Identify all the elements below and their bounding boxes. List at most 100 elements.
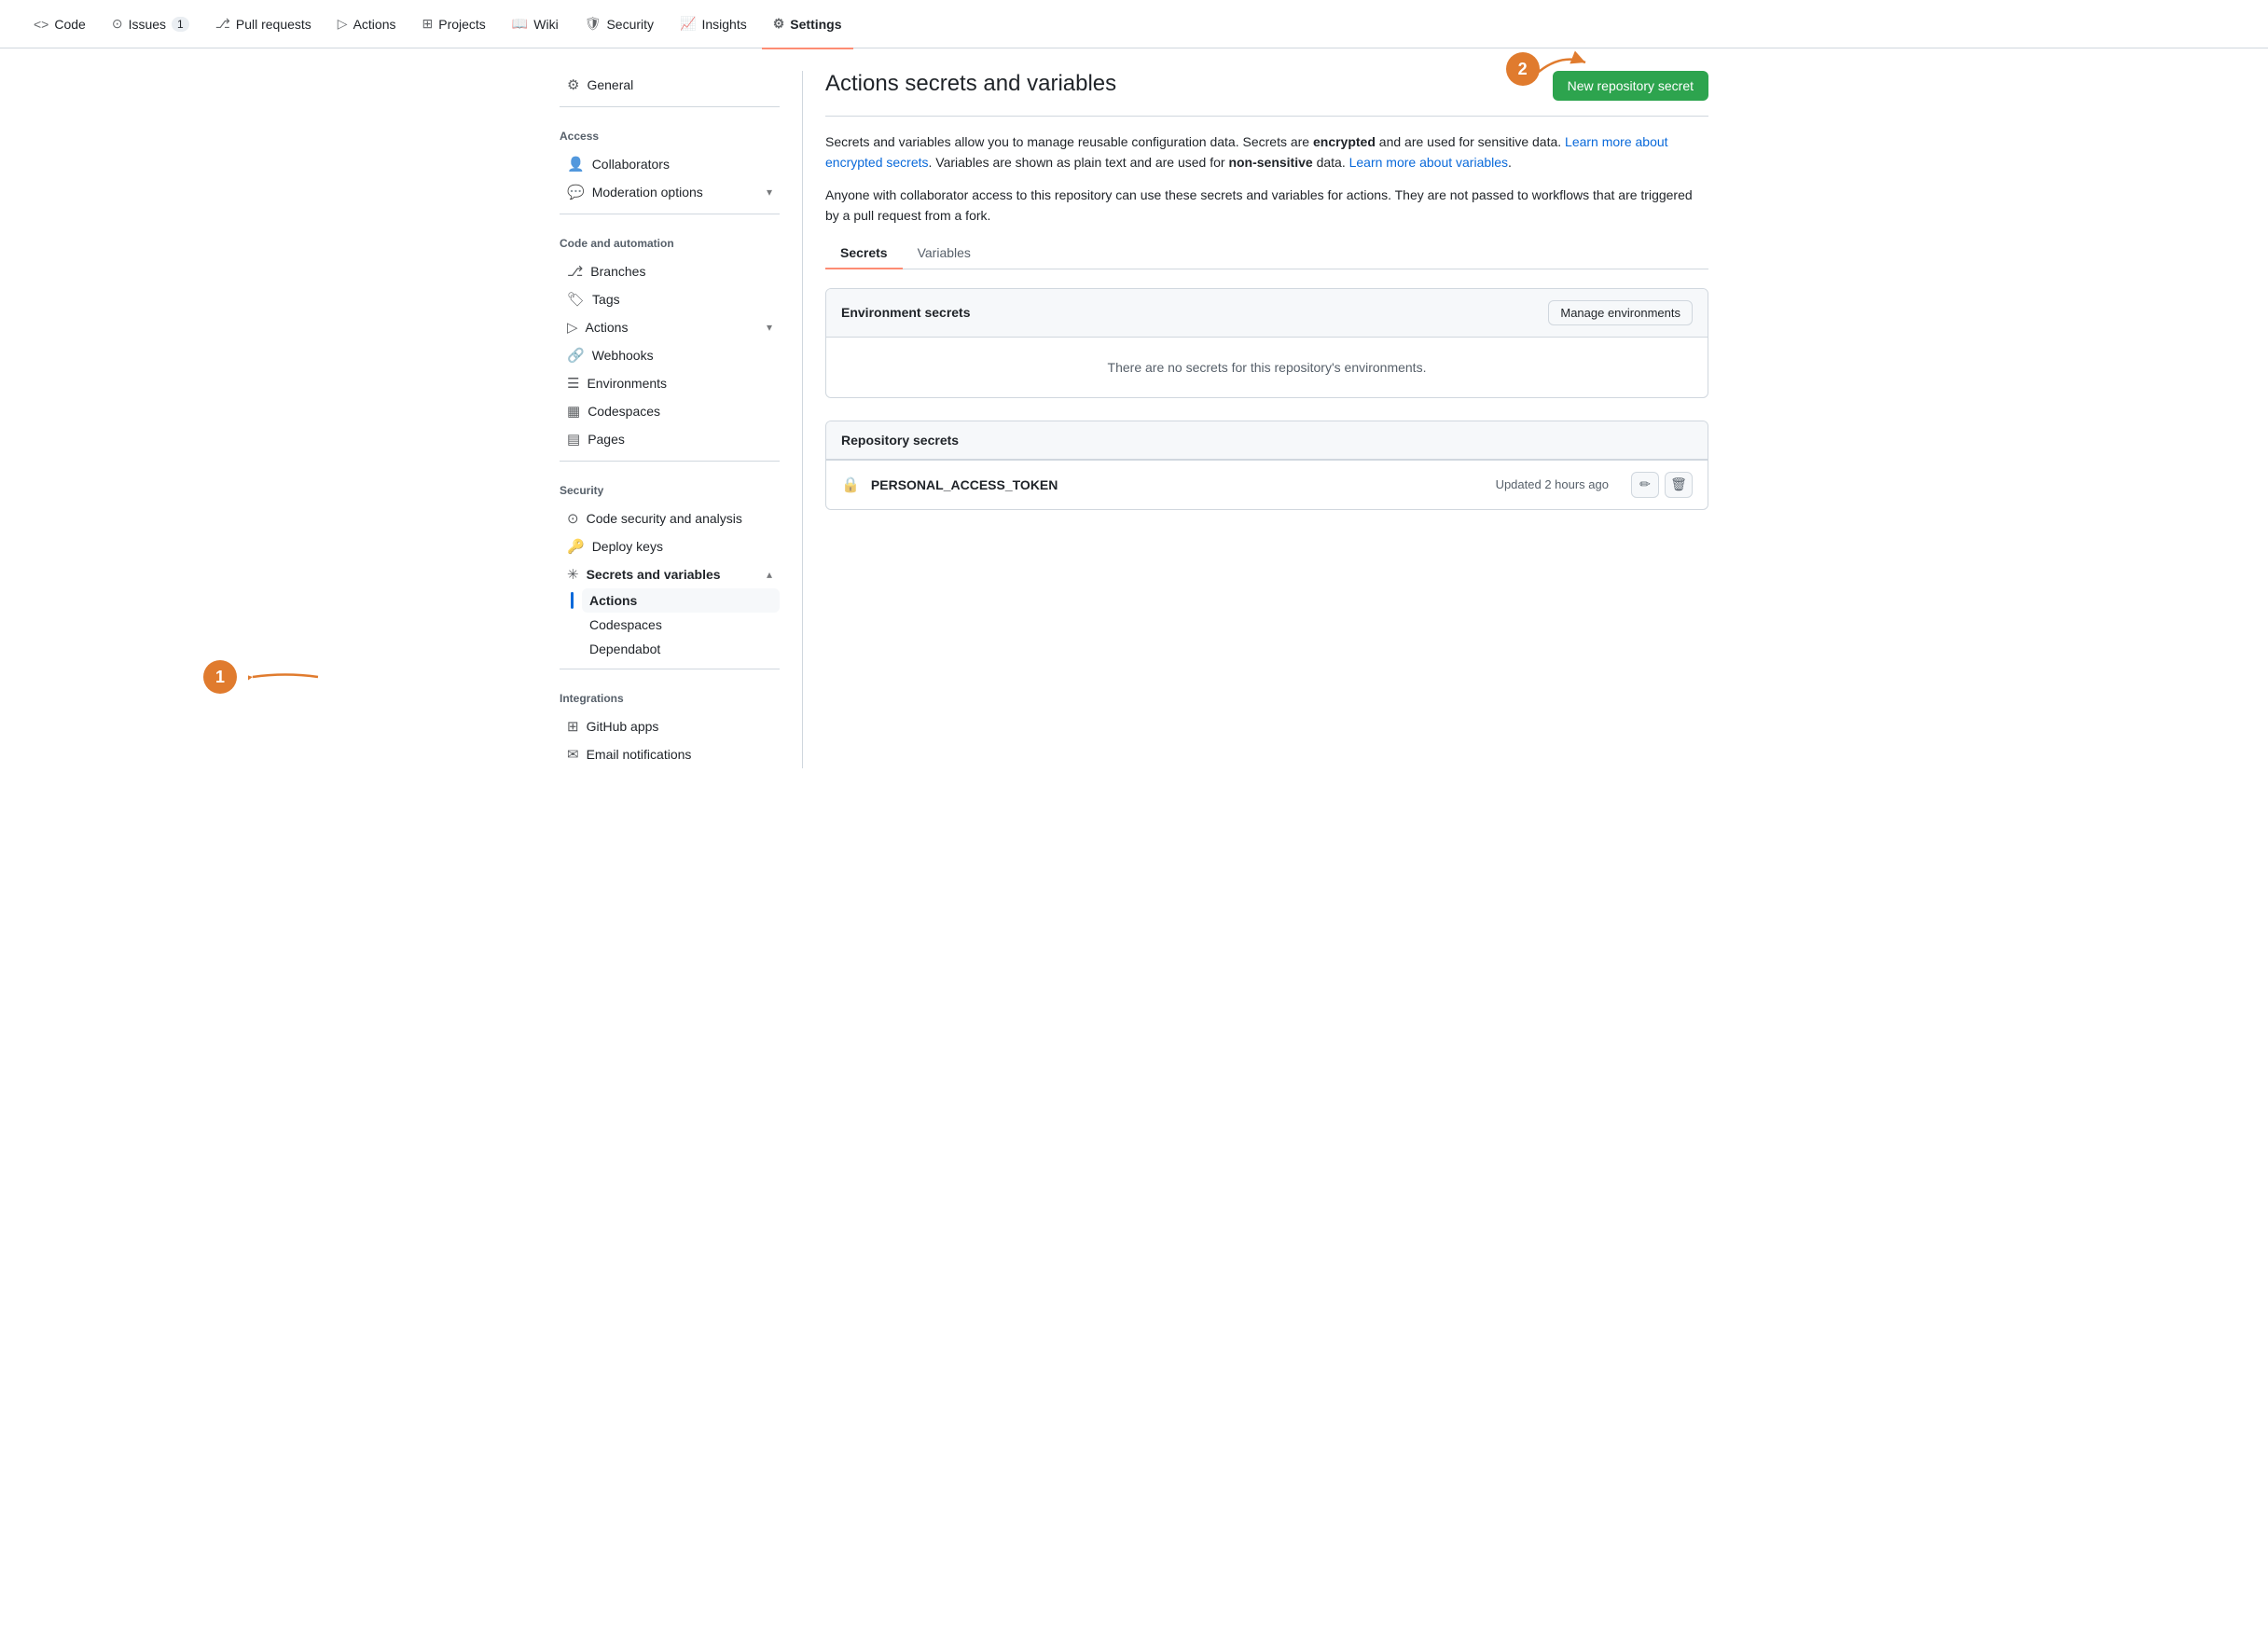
branches-icon: ⎇ bbox=[567, 263, 583, 280]
annotation-2-container: 2 bbox=[1506, 52, 1540, 86]
sidebar-secrets-dependabot-label: Dependabot bbox=[589, 642, 660, 656]
nav-settings-label: Settings bbox=[790, 17, 841, 32]
sidebar-environments-label: Environments bbox=[587, 376, 667, 391]
nav-wiki[interactable]: 📖 Wiki bbox=[501, 1, 570, 49]
sidebar-item-actions[interactable]: ▷ Actions ▾ bbox=[560, 313, 780, 341]
sidebar-item-secrets-codespaces[interactable]: Codespaces bbox=[582, 613, 780, 637]
secrets-sub-menu: Actions Codespaces Dependabot bbox=[582, 588, 780, 661]
sidebar-item-code-security[interactable]: ⊙ Code security and analysis bbox=[560, 504, 780, 532]
nav-settings[interactable]: ⚙ Settings bbox=[762, 1, 853, 49]
sidebar-item-collaborators[interactable]: 👤 Collaborators bbox=[560, 150, 780, 178]
sidebar-divider-1 bbox=[560, 106, 780, 107]
nav-pull-requests-label: Pull requests bbox=[236, 17, 311, 32]
code-icon: <> bbox=[34, 17, 48, 32]
sidebar-general-label: General bbox=[587, 77, 633, 92]
general-icon: ⚙ bbox=[567, 76, 579, 93]
annotation-1-container: 🔒 bbox=[841, 476, 860, 494]
actions-chevron-icon: ▾ bbox=[767, 321, 772, 334]
tabs: Secrets Variables bbox=[825, 238, 1708, 269]
sidebar-secrets-codespaces-label: Codespaces bbox=[589, 617, 662, 632]
github-apps-icon: ⊞ bbox=[567, 718, 579, 735]
sidebar-item-secrets-variables[interactable]: ✳ Secrets and variables ▴ bbox=[560, 560, 780, 588]
nav-wiki-label: Wiki bbox=[533, 17, 558, 32]
sidebar-item-moderation[interactable]: 💬 Moderation options ▾ bbox=[560, 178, 780, 206]
manage-environments-button[interactable]: Manage environments bbox=[1548, 300, 1693, 325]
main-layout: ⚙ General Access 👤 Collaborators 💬 Moder… bbox=[537, 48, 1731, 768]
sidebar-item-general[interactable]: ⚙ General bbox=[560, 71, 780, 99]
sidebar-item-codespaces[interactable]: ▦ Codespaces bbox=[560, 397, 780, 425]
sidebar-deploy-keys-label: Deploy keys bbox=[592, 539, 663, 554]
email-icon: ✉ bbox=[567, 746, 579, 763]
top-navigation: <> Code ⊙ Issues 1 ⎇ Pull requests ▷ Act… bbox=[0, 0, 2268, 48]
nav-code-label: Code bbox=[54, 17, 85, 32]
sidebar-collaborators-label: Collaborators bbox=[592, 157, 670, 172]
annotation-arrow-1 bbox=[248, 663, 323, 691]
sidebar-item-github-apps[interactable]: ⊞ GitHub apps bbox=[560, 712, 780, 740]
sidebar-access-label: Access bbox=[560, 115, 780, 150]
sidebar-item-webhooks[interactable]: 🔗 Webhooks bbox=[560, 341, 780, 369]
nav-issues-label: Issues bbox=[129, 17, 166, 32]
page-description-2: Anyone with collaborator access to this … bbox=[825, 185, 1708, 227]
tab-secrets[interactable]: Secrets bbox=[825, 238, 903, 269]
lock-icon: 🔒 bbox=[841, 477, 860, 493]
collaborators-icon: 👤 bbox=[567, 156, 585, 172]
sidebar-divider-3 bbox=[560, 461, 780, 462]
sidebar-integrations-label: Integrations bbox=[560, 677, 780, 712]
sidebar-actions-label: Actions bbox=[586, 320, 629, 335]
sidebar-item-environments[interactable]: ☰ Environments bbox=[560, 369, 780, 397]
secret-row: 🔒 PERSONAL_ACCESS_TOKEN Updated 2 hours … bbox=[826, 460, 1708, 509]
environment-secrets-box: Environment secrets Manage environments … bbox=[825, 288, 1708, 398]
nav-security[interactable]: 🛡 Security bbox=[574, 1, 665, 49]
sidebar-item-pages[interactable]: ▤ Pages bbox=[560, 425, 780, 453]
sidebar-webhooks-label: Webhooks bbox=[592, 348, 654, 363]
secret-name: PERSONAL_ACCESS_TOKEN bbox=[871, 477, 1485, 492]
sidebar-codespaces-label: Codespaces bbox=[588, 404, 660, 419]
sidebar-item-deploy-keys[interactable]: 🔑 Deploy keys bbox=[560, 532, 780, 560]
sidebar-secrets-label: Secrets and variables bbox=[587, 567, 721, 582]
sidebar-item-tags[interactable]: 🏷 Tags bbox=[560, 285, 780, 313]
sidebar-item-secrets-dependabot[interactable]: Dependabot bbox=[582, 637, 780, 661]
security-icon: 🛡 bbox=[585, 16, 602, 32]
edit-secret-button[interactable]: ✏ bbox=[1631, 472, 1659, 498]
pull-requests-icon: ⎇ bbox=[215, 16, 230, 32]
sidebar-item-branches[interactable]: ⎇ Branches bbox=[560, 257, 780, 285]
settings-icon: ⚙ bbox=[773, 16, 785, 32]
secret-actions: ✏ 🗑 bbox=[1631, 472, 1693, 498]
codespaces-icon: ▦ bbox=[567, 403, 580, 420]
repo-secrets-header: Repository secrets bbox=[826, 421, 1708, 460]
nav-insights[interactable]: 📈 Insights bbox=[669, 1, 758, 49]
actions-sidebar-icon: ▷ bbox=[567, 319, 578, 336]
variables-link[interactable]: Learn more about variables bbox=[1349, 155, 1508, 170]
page-header: Actions secrets and variables 2 bbox=[825, 71, 1708, 101]
sidebar-code-security-label: Code security and analysis bbox=[587, 511, 742, 526]
delete-secret-button[interactable]: 🗑 bbox=[1665, 472, 1693, 498]
page-description-1: Secrets and variables allow you to manag… bbox=[825, 131, 1708, 173]
secrets-icon: ✳ bbox=[567, 566, 579, 583]
tab-variables[interactable]: Variables bbox=[903, 238, 986, 269]
environments-icon: ☰ bbox=[567, 375, 579, 392]
sidebar-pages-label: Pages bbox=[588, 432, 625, 447]
sidebar-github-apps-label: GitHub apps bbox=[587, 719, 659, 734]
header-divider bbox=[825, 116, 1708, 117]
pages-icon: ▤ bbox=[567, 431, 580, 448]
repository-secrets-box: Repository secrets 🔒 PERSONAL_ACCESS_TOK… bbox=[825, 421, 1708, 510]
nav-projects[interactable]: ⊞ Projects bbox=[411, 1, 497, 49]
sidebar: ⚙ General Access 👤 Collaborators 💬 Moder… bbox=[560, 71, 802, 768]
annotation-bubble-1: 1 bbox=[203, 660, 237, 694]
env-secrets-title: Environment secrets bbox=[841, 305, 971, 320]
new-button-container: 2 New repository secret bbox=[1553, 71, 1708, 101]
sidebar-item-secrets-actions[interactable]: Actions bbox=[582, 588, 780, 613]
insights-icon: 📈 bbox=[680, 16, 696, 32]
nav-insights-label: Insights bbox=[701, 17, 746, 32]
nav-pull-requests[interactable]: ⎇ Pull requests bbox=[204, 1, 323, 49]
sidebar-code-automation-label: Code and automation bbox=[560, 222, 780, 257]
nav-security-label: Security bbox=[606, 17, 654, 32]
nav-code[interactable]: <> Code bbox=[22, 1, 97, 49]
issues-badge: 1 bbox=[172, 17, 189, 32]
annotation-arrow-2 bbox=[1534, 48, 1590, 76]
actions-icon: ▷ bbox=[338, 16, 348, 32]
sidebar-item-email-notifications[interactable]: ✉ Email notifications bbox=[560, 740, 780, 768]
moderation-icon: 💬 bbox=[567, 184, 585, 200]
nav-actions[interactable]: ▷ Actions bbox=[326, 1, 408, 49]
nav-issues[interactable]: ⊙ Issues 1 bbox=[101, 1, 201, 49]
